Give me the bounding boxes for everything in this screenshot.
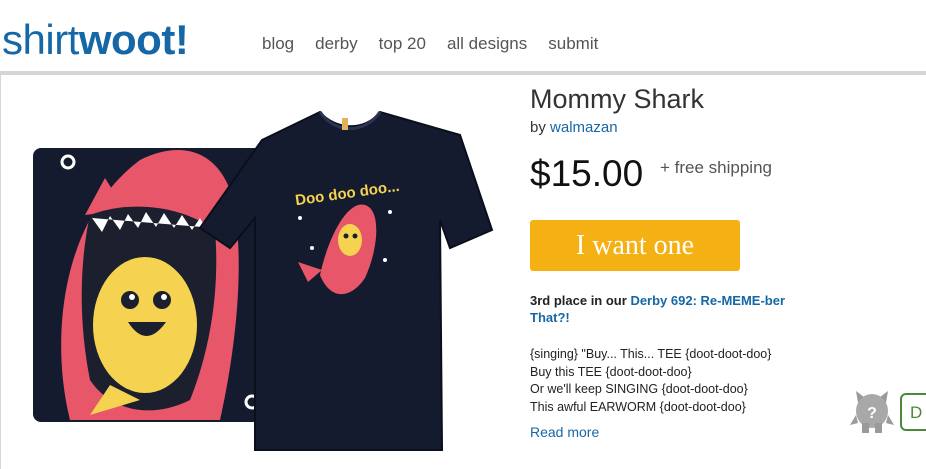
description-line: Buy this TEE {doot-doot-doo} xyxy=(530,364,692,379)
left-border xyxy=(0,75,1,469)
nav-derby[interactable]: derby xyxy=(315,34,358,54)
price: $15.00 xyxy=(530,153,644,194)
logo-shirt-text: shirt xyxy=(2,16,79,63)
description-line: Or we'll keep SINGING {doot-doot-doo} xyxy=(530,382,748,396)
nav-blog[interactable]: blog xyxy=(262,34,294,54)
by-label: by xyxy=(530,119,546,136)
nav-submit[interactable]: submit xyxy=(548,34,598,54)
product-title: Mommy Shark xyxy=(530,84,705,114)
nav-top20[interactable]: top 20 xyxy=(379,34,426,54)
description-line: This awful EARWORM {doot-doot-doo} xyxy=(530,399,746,414)
site-header: shirtwoot! blog derby top 20 all designs… xyxy=(0,0,926,75)
main-nav: blog derby top 20 all designs submit xyxy=(262,34,619,54)
product-description: {singing} "Buy... This... TEE {doot-doot… xyxy=(530,346,830,416)
artist-link[interactable]: walmazan xyxy=(550,119,618,136)
shipping-note: + free shipping xyxy=(660,158,772,177)
derby-info: 3rd place in our Derby 692: Re-MEME-ber … xyxy=(530,292,820,326)
header-divider xyxy=(0,71,926,75)
read-more-link[interactable]: Read more xyxy=(530,424,599,440)
logo-woot-text: woot! xyxy=(78,16,189,63)
nav-all-designs[interactable]: all designs xyxy=(447,34,527,54)
svg-text:?: ? xyxy=(867,405,877,422)
help-mascot-icon[interactable]: ? xyxy=(848,385,896,435)
derby-prefix: 3rd place in our xyxy=(530,293,627,308)
shirtwoot-logo[interactable]: shirtwoot! xyxy=(2,14,189,66)
chat-tab[interactable]: D xyxy=(900,393,926,431)
product-art: Doo doo doo... xyxy=(33,110,494,451)
artist-byline: by walmazan xyxy=(530,119,618,136)
product-image[interactable]: Doo doo doo... xyxy=(30,100,500,460)
buy-button[interactable]: I want one xyxy=(530,220,740,271)
description-line: {singing} "Buy... This... TEE {doot-doot… xyxy=(530,347,772,361)
